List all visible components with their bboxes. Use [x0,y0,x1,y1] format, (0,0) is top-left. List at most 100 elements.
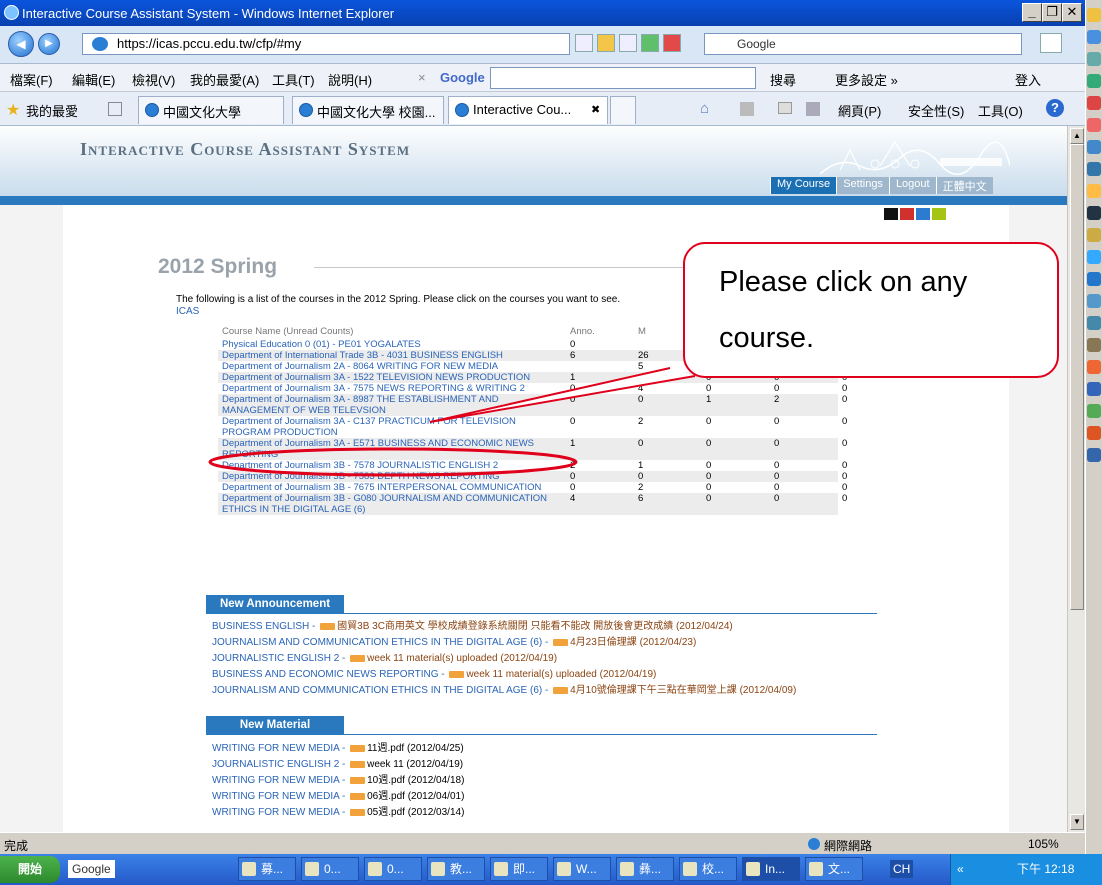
vertical-scrollbar[interactable]: ▲ ▼ [1067,126,1085,832]
list-item[interactable]: WRITING FOR NEW MEDIA - 11週.pdf (2012/04… [212,741,464,757]
taskbar-window-button[interactable]: In... [742,857,800,881]
taskbar-window-button[interactable]: 校... [679,857,737,881]
item-course[interactable]: WRITING FOR NEW MEDIA - [212,791,348,802]
more-settings-link[interactable]: 更多設定 » [835,70,898,89]
app-icon[interactable] [1087,162,1101,176]
theme-swatch-black[interactable] [884,208,898,220]
menu-file[interactable]: 檔案(F) [10,70,53,89]
new-tab-button[interactable] [610,96,636,124]
item-course[interactable]: JOURNALISTIC ENGLISH 2 - [212,653,348,664]
list-item[interactable]: BUSINESS ENGLISH - 國貿3B 3C商用英文 學校成績登錄系統關… [212,619,796,635]
app-icon[interactable] [1087,30,1101,44]
list-item[interactable]: JOURNALISTIC ENGLISH 2 - week 11 materia… [212,651,796,667]
app-icon[interactable] [1087,96,1101,110]
close-toolbar-icon[interactable]: × [418,70,426,85]
menu-tools[interactable]: 工具(T) [272,70,315,89]
item-text[interactable]: week 11 material(s) uploaded (2012/04/19… [367,653,557,664]
list-item[interactable]: JOURNALISM AND COMMUNICATION ETHICS IN T… [212,683,796,699]
taskbar-window-button[interactable]: W... [553,857,611,881]
lock-icon[interactable] [597,34,615,52]
item-text[interactable]: week 11 material(s) uploaded (2012/04/19… [466,669,656,680]
theme-swatch-blue[interactable] [916,208,930,220]
forward-button[interactable]: ▶ [38,33,60,55]
google-search-button[interactable]: 搜尋 [770,70,796,89]
search-box[interactable]: Google [704,33,1022,55]
nav-language[interactable]: 正體中文 [935,177,993,194]
course-link[interactable]: Department of Journalism 3B - G080 JOURN… [218,493,566,515]
window-title-bar[interactable]: Interactive Course Assistant System - Wi… [0,0,1085,26]
back-button[interactable]: ◀ [8,31,34,57]
start-button[interactable]: 開始 [0,856,60,883]
scroll-up-arrow[interactable]: ▲ [1070,128,1084,144]
favorites-label[interactable]: 我的最愛 [26,101,78,120]
page-menu[interactable]: 網頁(P) [838,101,881,120]
restore-button[interactable]: ❐ [1042,3,1062,22]
item-text[interactable]: 4月10號倫理課下午三點在華岡堂上課 (2012/04/09) [570,685,796,696]
address-bar[interactable]: https://icas.pccu.edu.tw/cfp/#my [82,33,570,55]
nav-logout[interactable]: Logout [888,177,936,194]
app-icon[interactable] [1087,206,1101,220]
menu-help[interactable]: 說明(H) [328,70,372,89]
menu-edit[interactable]: 編輯(E) [72,70,115,89]
item-text[interactable]: 05週.pdf (2012/03/14) [367,807,464,818]
nav-settings[interactable]: Settings [836,177,889,194]
menu-favorites[interactable]: 我的最愛(A) [190,70,259,89]
item-text[interactable]: 4月23日倫理課 (2012/04/23) [570,637,696,648]
theme-swatch-red[interactable] [900,208,914,220]
app-icon[interactable] [1087,360,1101,374]
app-icon[interactable] [1087,118,1101,132]
taskbar-window-button[interactable]: 0... [364,857,422,881]
input-language[interactable]: CH [890,860,914,878]
tab-pccu-campus[interactable]: 中國文化大學 校園... [292,96,444,124]
item-course[interactable]: BUSINESS ENGLISH - [212,621,318,632]
item-course[interactable]: WRITING FOR NEW MEDIA - [212,775,348,786]
app-icon[interactable] [1087,404,1101,418]
item-course[interactable]: JOURNALISM AND COMMUNICATION ETHICS IN T… [212,685,551,696]
stop-icon[interactable] [663,34,681,52]
list-item[interactable]: WRITING FOR NEW MEDIA - 10週.pdf (2012/04… [212,773,464,789]
login-link[interactable]: 登入 [1015,70,1041,89]
list-item[interactable]: WRITING FOR NEW MEDIA - 06週.pdf (2012/04… [212,789,464,805]
app-icon[interactable] [1087,140,1101,154]
list-item[interactable]: WRITING FOR NEW MEDIA - 05週.pdf (2012/03… [212,805,464,821]
feeds-icon[interactable] [740,102,754,116]
taskbar-window-button[interactable]: 募... [238,857,296,881]
app-icon[interactable] [1087,382,1101,396]
app-icon[interactable] [1087,250,1101,264]
item-course[interactable]: JOURNALISM AND COMMUNICATION ETHICS IN T… [212,637,551,648]
google-search-input[interactable] [490,67,756,89]
taskbar-window-button[interactable]: 即... [490,857,548,881]
taskbar-window-button[interactable]: 教... [427,857,485,881]
close-window-button[interactable]: ✕ [1062,3,1082,22]
app-icon[interactable] [1087,426,1101,440]
app-icon[interactable] [1087,184,1101,198]
nav-my-course[interactable]: My Course [770,177,837,194]
table-row[interactable]: Department of Journalism 3B - G080 JOURN… [218,493,958,515]
scroll-down-arrow[interactable]: ▼ [1070,814,1084,830]
close-tab-icon[interactable]: ✖ [591,103,600,116]
list-item[interactable]: JOURNALISM AND COMMUNICATION ETHICS IN T… [212,635,796,651]
lang-indicator[interactable]: « [957,854,964,884]
app-icon[interactable] [1087,52,1101,66]
item-course[interactable]: WRITING FOR NEW MEDIA - [212,743,348,754]
minimize-button[interactable]: _ [1022,3,1042,22]
app-icon[interactable] [1087,316,1101,330]
mail-icon[interactable] [778,102,792,114]
google-toolbar-button[interactable]: Google [68,860,115,878]
icas-link[interactable]: ICAS [176,306,199,317]
app-icon[interactable] [1087,228,1101,242]
quick-tabs-icon[interactable] [108,102,122,116]
app-icon[interactable] [1087,448,1101,462]
app-icon[interactable] [1087,272,1101,286]
app-icon[interactable] [1087,338,1101,352]
help-icon[interactable]: ? [1046,99,1064,117]
list-item[interactable]: JOURNALISTIC ENGLISH 2 - week 11 (2012/0… [212,757,464,773]
tab-pccu[interactable]: 中國文化大學 [138,96,284,124]
compatibility-icon[interactable] [619,34,637,52]
taskbar-window-button[interactable]: 彝... [616,857,674,881]
scroll-thumb[interactable] [1070,144,1084,610]
tools-menu[interactable]: 工具(O) [978,101,1023,120]
zoom-level[interactable]: 105% [1028,837,1059,851]
item-text[interactable]: 11週.pdf (2012/04/25) [367,743,464,754]
home-icon[interactable]: ⌂ [700,100,709,117]
